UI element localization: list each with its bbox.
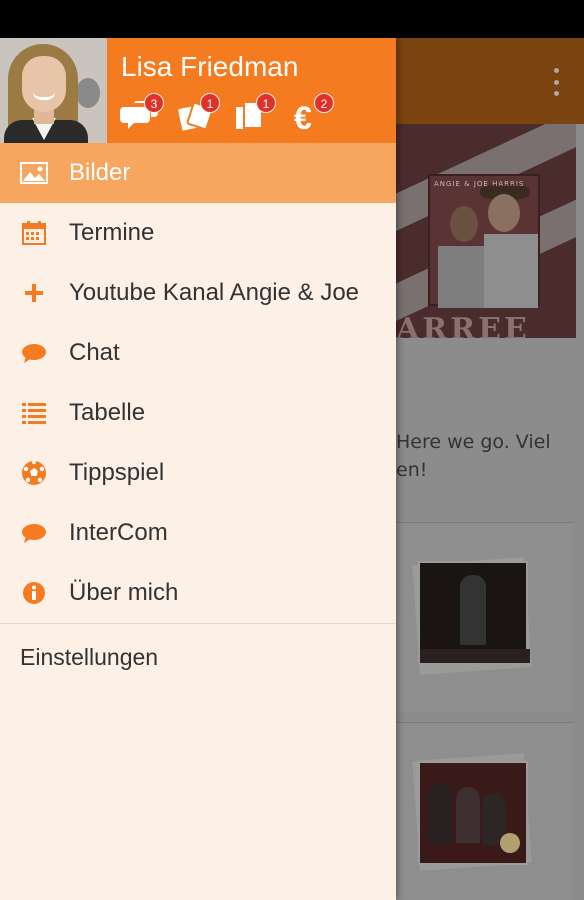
- poster-image: [428, 174, 540, 308]
- group-photo: [418, 761, 528, 865]
- notification-badge: 1: [200, 93, 220, 113]
- menu-item-label: Youtube Kanal Angie & Joe: [69, 279, 360, 306]
- menu-item-label: Bilder: [69, 159, 131, 186]
- avatar[interactable]: [0, 38, 107, 143]
- menu-item-label: InterCom: [69, 519, 168, 546]
- menu-item-label: Chat: [69, 339, 120, 366]
- status-bar: [0, 0, 584, 38]
- post-text-line: Here we go. Viel: [396, 431, 551, 453]
- settings-link[interactable]: Einstellungen: [20, 644, 158, 671]
- calendar-icon: [20, 221, 48, 245]
- menu-item-tippspiel[interactable]: Tippspiel: [0, 443, 396, 503]
- notification-badge: 1: [256, 93, 276, 113]
- menu-item-youtube[interactable]: Youtube Kanal Angie & Joe: [0, 263, 396, 323]
- banner-letters: ARREE: [396, 312, 530, 338]
- documents-button[interactable]: 1: [232, 93, 276, 135]
- chat-icon: [20, 341, 48, 365]
- soccer-ball-icon: [20, 460, 48, 485]
- photo-card[interactable]: [396, 522, 574, 712]
- info-icon: [20, 581, 48, 605]
- menu-item-tabelle[interactable]: Tabelle: [0, 383, 396, 443]
- drawer-menu: Bilder Termine Youtube Kanal Angie & Joe…: [0, 143, 396, 623]
- background-post-text: Here we go. Viel en!: [396, 428, 576, 484]
- plus-icon: [20, 281, 48, 305]
- menu-divider: [0, 623, 396, 624]
- menu-item-bilder[interactable]: Bilder: [0, 143, 396, 203]
- background-banner-image: ANGIE & JOE HARRIS ARREE: [396, 124, 576, 338]
- post-text-line: en!: [396, 459, 428, 481]
- tickets-button[interactable]: 1: [176, 93, 220, 135]
- payments-button[interactable]: € 2: [290, 93, 334, 135]
- navigation-drawer: Lisa Friedman 3 1 1 € 2 Bilder Termine Y…: [0, 38, 396, 900]
- user-name: Lisa Friedman: [121, 51, 299, 82]
- photo-card[interactable]: [396, 722, 574, 900]
- svg-text:€: €: [294, 100, 312, 133]
- menu-item-termine[interactable]: Termine: [0, 203, 396, 263]
- overflow-menu-icon[interactable]: [552, 68, 560, 96]
- menu-item-ueber-mich[interactable]: Über mich: [0, 563, 396, 623]
- menu-item-label: Tippspiel: [69, 459, 165, 486]
- menu-item-label: Tabelle: [69, 399, 146, 426]
- list-icon: [20, 401, 48, 425]
- menu-item-intercom[interactable]: InterCom: [0, 503, 396, 563]
- concert-photo: [418, 561, 530, 665]
- menu-item-chat[interactable]: Chat: [0, 323, 396, 383]
- notification-badge: 2: [314, 93, 334, 113]
- poster-title: ANGIE & JOE HARRIS: [434, 180, 525, 188]
- chat-icon: [20, 521, 48, 545]
- menu-item-label: Über mich: [69, 579, 179, 606]
- menu-item-label: Termine: [69, 219, 155, 246]
- messages-button[interactable]: 3: [120, 93, 164, 135]
- drawer-header: Lisa Friedman 3 1 1 € 2: [0, 38, 396, 143]
- image-icon: [20, 161, 48, 185]
- notification-badge: 3: [144, 93, 164, 113]
